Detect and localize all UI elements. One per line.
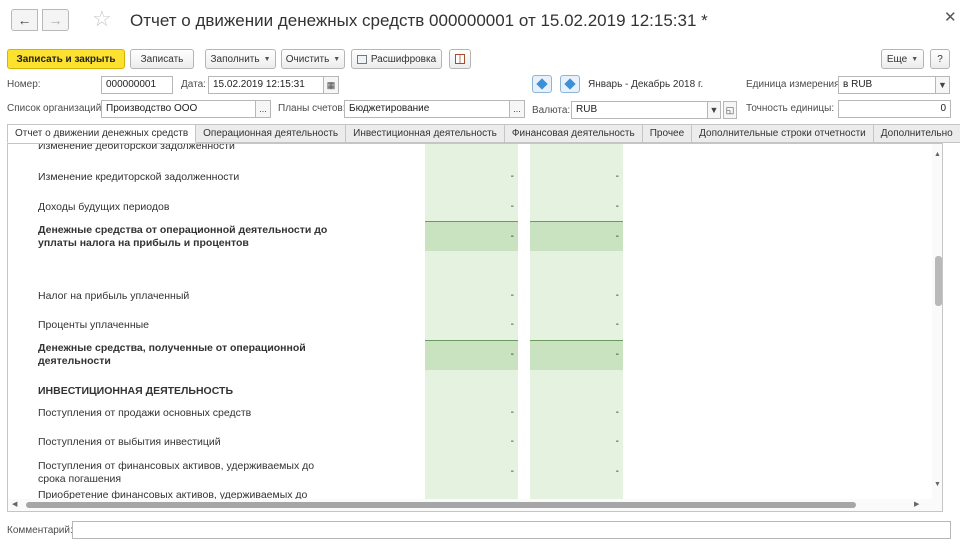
number-label: Номер:	[7, 79, 41, 90]
date-field[interactable]: 15.02.2019 12:15:31	[208, 76, 324, 94]
row-label: Денежные средства от операционной деятел…	[38, 224, 328, 249]
forward-arrow-icon[interactable]: →	[42, 9, 69, 31]
tab-cash-flow-report[interactable]: Отчет о движении денежных средств	[7, 124, 197, 143]
vertical-scrollbar[interactable]: ▲ ▼	[932, 144, 942, 511]
row-value[interactable]: -	[425, 201, 518, 212]
row-label: Налог на прибыль уплаченный	[38, 290, 190, 302]
row-value[interactable]: -	[530, 407, 623, 418]
decode-button-label: Расшифровка	[370, 53, 437, 65]
row-value[interactable]: -	[425, 349, 518, 360]
scroll-thumb[interactable]	[26, 502, 856, 508]
plans-select-button[interactable]: ...	[509, 100, 525, 118]
row-label: Проценты уплаченные	[38, 319, 149, 331]
row-value[interactable]: -	[530, 171, 623, 182]
tab-bar: Отчет о движении денежных средств Операц…	[7, 124, 960, 143]
row-label: Поступления от выбытия инвестиций	[38, 436, 221, 448]
number-field[interactable]: 000000001	[101, 76, 173, 94]
grid-icon	[455, 54, 465, 64]
plans-label: Планы счетов:	[278, 103, 346, 114]
row-label: Изменение дебиторской задолженности	[38, 143, 235, 152]
fill-button-label: Заполнить	[210, 53, 260, 65]
report-table: Изменение дебиторской задолженности Изме…	[7, 143, 943, 512]
window-titlebar: ← → ☆ Отчет о движении денежных средств …	[0, 0, 960, 40]
row-value[interactable]: -	[530, 231, 623, 242]
decode-button[interactable]: Расшифровка	[351, 49, 442, 69]
row-label: Поступления от финансовых активов, удерж…	[38, 460, 315, 485]
comment-label: Комментарий:	[7, 525, 73, 536]
org-field[interactable]: Производство ООО	[101, 100, 256, 118]
currency-select[interactable]: RUB	[571, 101, 708, 119]
more-button-label: Еще	[886, 53, 908, 65]
decode-icon	[356, 54, 367, 64]
chevron-down-icon: ▼	[911, 55, 919, 63]
row-value[interactable]: -	[425, 290, 518, 301]
row-value[interactable]: -	[425, 319, 518, 330]
close-icon[interactable]: ✕	[944, 8, 957, 26]
tab-additional[interactable]: Дополнительно	[873, 124, 960, 143]
horizontal-scrollbar[interactable]: ◀ ▶	[8, 499, 932, 511]
scroll-right-icon[interactable]: ▶	[914, 500, 919, 508]
fill-button[interactable]: Заполнить ▼	[205, 49, 276, 69]
period-label: Январь - Декабрь 2018 г.	[588, 79, 704, 90]
save-and-close-button[interactable]: Записать и закрыть	[7, 49, 125, 69]
row-value[interactable]: -	[530, 319, 623, 330]
prev-period-button[interactable]	[532, 75, 552, 93]
row-value[interactable]: -	[530, 349, 623, 360]
window-title: Отчет о движении денежных средств 000000…	[130, 11, 708, 30]
next-period-button[interactable]	[560, 75, 580, 93]
row-value[interactable]: -	[425, 436, 518, 447]
clear-button[interactable]: Очистить ▼	[281, 49, 345, 69]
row-value[interactable]: -	[425, 231, 518, 242]
scroll-up-icon[interactable]: ▲	[934, 151, 941, 158]
scroll-down-icon[interactable]: ▼	[934, 481, 941, 488]
unit-select[interactable]: в RUB	[838, 76, 936, 94]
row-value[interactable]: -	[425, 466, 518, 477]
row-label: Изменение кредиторской задолженности	[38, 171, 240, 183]
tab-other[interactable]: Прочее	[642, 124, 693, 143]
back-arrow-icon[interactable]: ←	[11, 9, 38, 31]
chevron-down-icon[interactable]: ▼	[707, 101, 721, 119]
row-value[interactable]: -	[425, 171, 518, 182]
tab-financing[interactable]: Финансовая деятельность	[504, 124, 643, 143]
calendar-icon[interactable]: ▦	[323, 76, 339, 94]
tab-investing[interactable]: Инвестиционная деятельность	[346, 124, 505, 143]
row-label: Доходы будущих периодов	[38, 201, 170, 213]
date-label: Дата:	[181, 79, 206, 90]
scroll-thumb[interactable]	[935, 256, 942, 306]
unit-label: Единица измерения:	[746, 79, 843, 90]
precision-label: Точность единицы:	[746, 103, 835, 114]
row-value[interactable]: -	[530, 201, 623, 212]
chevron-down-icon[interactable]: ▼	[935, 76, 950, 94]
row-label: Поступления от продажи основных средств	[38, 407, 252, 419]
clear-button-label: Очистить	[285, 53, 330, 65]
org-label: Список организаций:	[7, 103, 105, 114]
row-value[interactable]: -	[425, 407, 518, 418]
row-value[interactable]: -	[530, 436, 623, 447]
plans-field[interactable]: Бюджетирование	[344, 100, 510, 118]
row-value[interactable]: -	[530, 466, 623, 477]
open-icon[interactable]: ◱	[723, 101, 737, 119]
left-arrow-icon	[536, 78, 548, 90]
report-settings-button[interactable]	[449, 49, 471, 69]
org-select-button[interactable]: ...	[255, 100, 271, 118]
row-value[interactable]: -	[530, 290, 623, 301]
chevron-down-icon: ▼	[263, 55, 271, 63]
tab-extra-rows[interactable]: Дополнительные строки отчетности	[692, 124, 874, 143]
right-arrow-icon	[564, 78, 576, 90]
save-button[interactable]: Записать	[130, 49, 194, 69]
currency-label: Валюта:	[532, 105, 571, 116]
favorite-star-icon[interactable]: ☆	[92, 6, 112, 32]
help-button[interactable]: ?	[930, 49, 950, 69]
precision-field[interactable]: 0	[838, 100, 951, 118]
row-label: Денежные средства, полученные от операци…	[38, 342, 306, 367]
tab-operating[interactable]: Операционная деятельность	[196, 124, 347, 143]
comment-field[interactable]	[72, 521, 951, 539]
more-button[interactable]: Еще ▼	[881, 49, 924, 69]
scroll-left-icon[interactable]: ◀	[12, 500, 17, 508]
chevron-down-icon: ▼	[333, 55, 341, 63]
section-title: ИНВЕСТИЦИОННАЯ ДЕЯТЕЛЬНОСТЬ	[38, 385, 233, 397]
